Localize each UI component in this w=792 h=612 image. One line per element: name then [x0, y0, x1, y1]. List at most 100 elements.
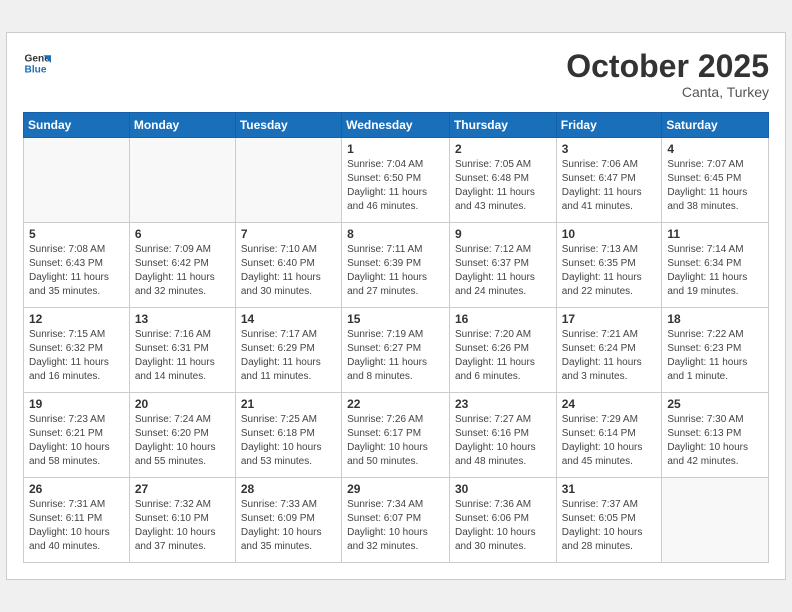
calendar-cell: 22 Sunrise: 7:26 AM Sunset: 6:17 PM Dayli… [342, 393, 450, 478]
weekday-header-thursday: Thursday [449, 113, 556, 138]
calendar-cell: 21 Sunrise: 7:25 AM Sunset: 6:18 PM Dayli… [235, 393, 341, 478]
day-number: 7 [241, 227, 336, 241]
day-info: Sunrise: 7:04 AM Sunset: 6:50 PM Dayligh… [347, 158, 444, 214]
day-number: 12 [29, 312, 124, 326]
day-number: 28 [241, 482, 336, 496]
day-number: 22 [347, 397, 444, 411]
weekday-header-monday: Monday [129, 113, 235, 138]
day-number: 15 [347, 312, 444, 326]
logo: General Blue [23, 49, 51, 77]
calendar-cell: 4 Sunrise: 7:07 AM Sunset: 6:45 PM Daylig… [662, 138, 769, 223]
calendar-cell: 1 Sunrise: 7:04 AM Sunset: 6:50 PM Daylig… [342, 138, 450, 223]
day-number: 13 [135, 312, 230, 326]
day-info: Sunrise: 7:15 AM Sunset: 6:32 PM Dayligh… [29, 328, 124, 384]
day-info: Sunrise: 7:36 AM Sunset: 6:06 PM Dayligh… [455, 498, 551, 554]
svg-text:Blue: Blue [25, 64, 47, 75]
day-info: Sunrise: 7:05 AM Sunset: 6:48 PM Dayligh… [455, 158, 551, 214]
calendar-container: General Blue October 2025 Canta, Turkey … [6, 32, 786, 580]
weekday-header-wednesday: Wednesday [342, 113, 450, 138]
calendar-cell: 30 Sunrise: 7:36 AM Sunset: 6:06 PM Dayli… [449, 478, 556, 563]
day-number: 25 [667, 397, 763, 411]
day-number: 18 [667, 312, 763, 326]
week-row-3: 12 Sunrise: 7:15 AM Sunset: 6:32 PM Dayli… [24, 308, 769, 393]
day-info: Sunrise: 7:20 AM Sunset: 6:26 PM Dayligh… [455, 328, 551, 384]
day-info: Sunrise: 7:16 AM Sunset: 6:31 PM Dayligh… [135, 328, 230, 384]
header: General Blue October 2025 Canta, Turkey [23, 49, 769, 100]
day-info: Sunrise: 7:12 AM Sunset: 6:37 PM Dayligh… [455, 243, 551, 299]
calendar-cell: 13 Sunrise: 7:16 AM Sunset: 6:31 PM Dayli… [129, 308, 235, 393]
day-number: 30 [455, 482, 551, 496]
day-number: 3 [562, 142, 657, 156]
day-number: 1 [347, 142, 444, 156]
calendar-cell: 29Sunrise: 7:34 AM Sunset: 6:07 PM Dayli… [342, 478, 450, 563]
day-info: Sunrise: 7:32 AM Sunset: 6:10 PM Dayligh… [135, 498, 230, 554]
day-number: 9 [455, 227, 551, 241]
title-block: October 2025 Canta, Turkey [566, 49, 769, 100]
day-info: Sunrise: 7:22 AM Sunset: 6:23 PM Dayligh… [667, 328, 763, 384]
calendar-cell: 5Sunrise: 7:08 AM Sunset: 6:43 PM Daylig… [24, 223, 130, 308]
calendar-cell: 8 Sunrise: 7:11 AM Sunset: 6:39 PM Daylig… [342, 223, 450, 308]
day-number: 14 [241, 312, 336, 326]
day-number: 2 [455, 142, 551, 156]
calendar-cell: 31 Sunrise: 7:37 AM Sunset: 6:05 PM Dayli… [556, 478, 662, 563]
day-number: 21 [241, 397, 336, 411]
day-number: 31 [562, 482, 657, 496]
day-info: Sunrise: 7:26 AM Sunset: 6:17 PM Dayligh… [347, 413, 444, 469]
day-number: 5 [29, 227, 124, 241]
day-info: Sunrise: 7:10 AM Sunset: 6:40 PM Dayligh… [241, 243, 336, 299]
calendar-cell [662, 478, 769, 563]
day-info: Sunrise: 7:07 AM Sunset: 6:45 PM Dayligh… [667, 158, 763, 214]
calendar-cell: 15 Sunrise: 7:19 AM Sunset: 6:27 PM Dayli… [342, 308, 450, 393]
day-number: 10 [562, 227, 657, 241]
day-number: 6 [135, 227, 230, 241]
day-number: 19 [29, 397, 124, 411]
week-row-4: 19 Sunrise: 7:23 AM Sunset: 6:21 PM Dayli… [24, 393, 769, 478]
day-info: Sunrise: 7:37 AM Sunset: 6:05 PM Dayligh… [562, 498, 657, 554]
day-number: 23 [455, 397, 551, 411]
day-info: Sunrise: 7:27 AM Sunset: 6:16 PM Dayligh… [455, 413, 551, 469]
day-info: Sunrise: 7:21 AM Sunset: 6:24 PM Dayligh… [562, 328, 657, 384]
day-number: 29 [347, 482, 444, 496]
calendar-cell: 11 Sunrise: 7:14 AM Sunset: 6:34 PM Dayli… [662, 223, 769, 308]
calendar-cell: 20 Sunrise: 7:24 AM Sunset: 6:20 PM Dayli… [129, 393, 235, 478]
calendar-cell: 25 Sunrise: 7:30 AM Sunset: 6:13 PM Dayli… [662, 393, 769, 478]
calendar-cell: 9 Sunrise: 7:12 AM Sunset: 6:37 PM Daylig… [449, 223, 556, 308]
day-info: Sunrise: 7:09 AM Sunset: 6:42 PM Dayligh… [135, 243, 230, 299]
calendar-cell: 26 Sunrise: 7:31 AM Sunset: 6:11 PM Dayli… [24, 478, 130, 563]
calendar-cell [235, 138, 341, 223]
weekday-header-row: SundayMondayTuesdayWednesdayThursdayFrid… [24, 113, 769, 138]
week-row-5: 26 Sunrise: 7:31 AM Sunset: 6:11 PM Dayli… [24, 478, 769, 563]
day-number: 11 [667, 227, 763, 241]
day-info: Sunrise: 7:23 AM Sunset: 6:21 PM Dayligh… [29, 413, 124, 469]
day-info: Sunrise: 7:13 AM Sunset: 6:35 PM Dayligh… [562, 243, 657, 299]
calendar-cell: 24Sunrise: 7:29 AM Sunset: 6:14 PM Dayli… [556, 393, 662, 478]
calendar-cell: 27 Sunrise: 7:32 AM Sunset: 6:10 PM Dayli… [129, 478, 235, 563]
calendar-cell: 19 Sunrise: 7:23 AM Sunset: 6:21 PM Dayli… [24, 393, 130, 478]
day-info: Sunrise: 7:30 AM Sunset: 6:13 PM Dayligh… [667, 413, 763, 469]
day-number: 26 [29, 482, 124, 496]
weekday-header-tuesday: Tuesday [235, 113, 341, 138]
day-info: Sunrise: 7:24 AM Sunset: 6:20 PM Dayligh… [135, 413, 230, 469]
day-number: 20 [135, 397, 230, 411]
day-info: Sunrise: 7:11 AM Sunset: 6:39 PM Dayligh… [347, 243, 444, 299]
day-number: 27 [135, 482, 230, 496]
day-number: 4 [667, 142, 763, 156]
calendar-cell: 7 Sunrise: 7:10 AM Sunset: 6:40 PM Daylig… [235, 223, 341, 308]
calendar-cell: 6 Sunrise: 7:09 AM Sunset: 6:42 PM Daylig… [129, 223, 235, 308]
week-row-1: 1 Sunrise: 7:04 AM Sunset: 6:50 PM Daylig… [24, 138, 769, 223]
day-info: Sunrise: 7:33 AM Sunset: 6:09 PM Dayligh… [241, 498, 336, 554]
calendar-grid: SundayMondayTuesdayWednesdayThursdayFrid… [23, 112, 769, 563]
week-row-2: 5Sunrise: 7:08 AM Sunset: 6:43 PM Daylig… [24, 223, 769, 308]
day-info: Sunrise: 7:25 AM Sunset: 6:18 PM Dayligh… [241, 413, 336, 469]
day-info: Sunrise: 7:31 AM Sunset: 6:11 PM Dayligh… [29, 498, 124, 554]
day-number: 16 [455, 312, 551, 326]
day-info: Sunrise: 7:19 AM Sunset: 6:27 PM Dayligh… [347, 328, 444, 384]
calendar-cell: 28 Sunrise: 7:33 AM Sunset: 6:09 PM Dayli… [235, 478, 341, 563]
calendar-cell: 23 Sunrise: 7:27 AM Sunset: 6:16 PM Dayli… [449, 393, 556, 478]
day-info: Sunrise: 7:17 AM Sunset: 6:29 PM Dayligh… [241, 328, 336, 384]
day-info: Sunrise: 7:14 AM Sunset: 6:34 PM Dayligh… [667, 243, 763, 299]
calendar-cell: 17Sunrise: 7:21 AM Sunset: 6:24 PM Dayli… [556, 308, 662, 393]
weekday-header-sunday: Sunday [24, 113, 130, 138]
day-number: 8 [347, 227, 444, 241]
day-info: Sunrise: 7:06 AM Sunset: 6:47 PM Dayligh… [562, 158, 657, 214]
